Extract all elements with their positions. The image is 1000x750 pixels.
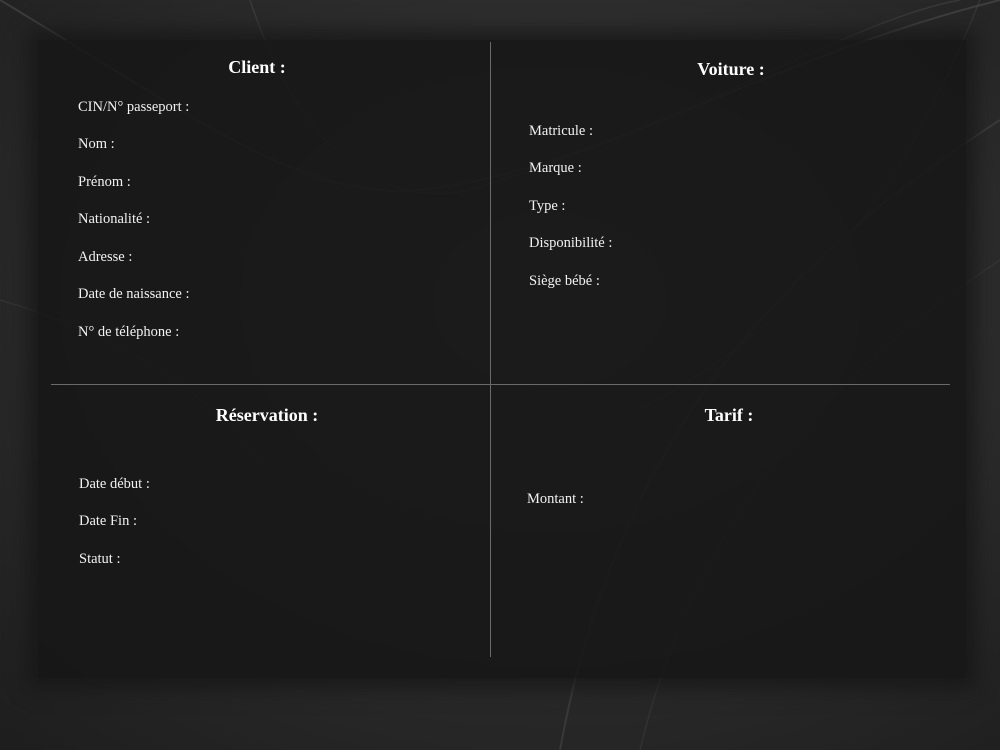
tarif-field-montant: Montant : xyxy=(527,491,584,507)
voiture-field-siege-bebe: Siège bébé : xyxy=(529,273,600,289)
horizontal-divider xyxy=(51,384,950,385)
reservation-field-date-debut: Date début : xyxy=(79,476,150,492)
reservation-heading: Réservation : xyxy=(215,405,319,425)
voiture-field-marque: Marque : xyxy=(529,160,582,176)
tarif-heading: Tarif : xyxy=(704,405,754,425)
client-heading: Client : xyxy=(228,57,286,77)
client-field-prenom: Prénom : xyxy=(78,174,131,190)
client-field-cin: CIN/N° passeport : xyxy=(78,99,190,115)
client-field-telephone: N° de téléphone : xyxy=(78,324,180,340)
client-field-nationalite: Nationalité : xyxy=(78,211,151,227)
client-field-nom: Nom : xyxy=(78,136,115,152)
vertical-divider xyxy=(490,42,491,657)
voiture-field-disponibilite: Disponibilité : xyxy=(529,235,613,251)
reservation-field-statut: Statut : xyxy=(79,551,121,567)
voiture-heading: Voiture : xyxy=(697,59,765,79)
client-field-naissance: Date de naissance : xyxy=(78,286,190,302)
reservation-field-date-fin: Date Fin : xyxy=(79,513,137,529)
voiture-field-matricule: Matricule : xyxy=(529,123,594,139)
client-field-adresse: Adresse : xyxy=(78,249,133,265)
main-panel xyxy=(38,40,966,678)
voiture-field-type: Type : xyxy=(529,198,566,214)
